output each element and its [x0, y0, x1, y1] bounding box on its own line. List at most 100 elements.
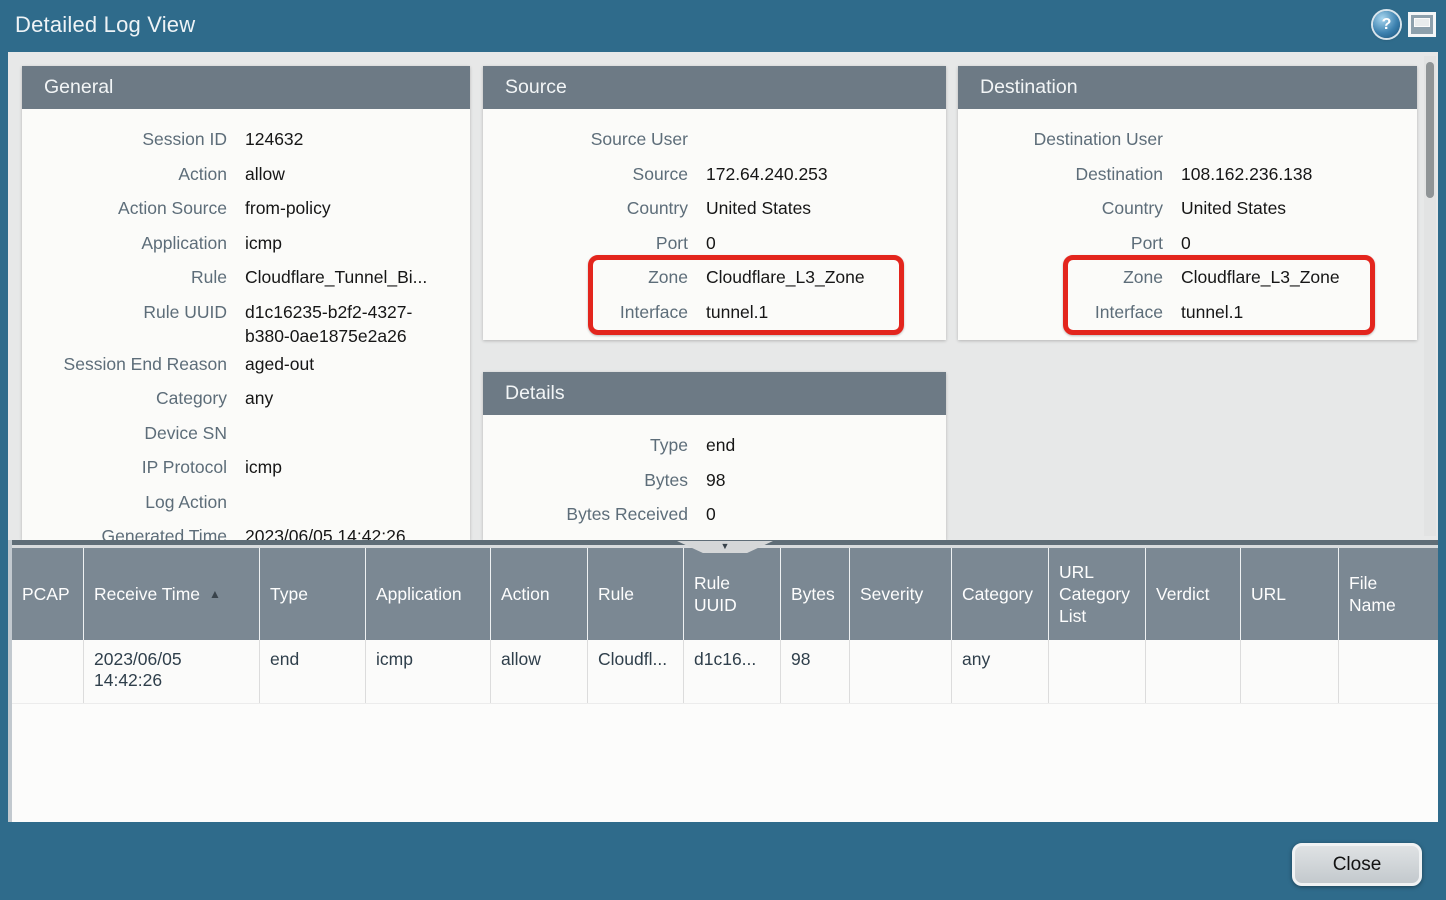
field-value — [245, 486, 470, 490]
column-header-receive-time[interactable]: Receive Time▲ — [84, 548, 260, 640]
vertical-scrollbar-track[interactable] — [1424, 56, 1436, 536]
field-value: 2023/06/05 14:42:26 — [245, 520, 470, 540]
cell-type: end — [260, 640, 366, 703]
field-value: icmp — [245, 451, 470, 479]
column-header-label: Application — [376, 583, 462, 605]
field-label: Rule UUID — [22, 296, 227, 324]
log-table-body: 2023/06/05 14:42:26endicmpallowCloudfl..… — [12, 640, 1438, 704]
source-row-port: Port0 — [483, 227, 946, 262]
details-row-bytes: Bytes98 — [483, 464, 946, 499]
column-header-pcap[interactable]: PCAP — [12, 548, 84, 640]
column-header-verdict[interactable]: Verdict — [1146, 548, 1241, 640]
help-icon[interactable]: ? — [1373, 11, 1400, 38]
panel-splitter: ▼ — [12, 540, 1438, 548]
column-header-application[interactable]: Application — [366, 548, 491, 640]
cell-receive-time: 2023/06/05 14:42:26 — [84, 640, 260, 703]
source-panel: SourceSource UserSource172.64.240.253Cou… — [483, 66, 946, 340]
field-value: end — [706, 429, 946, 457]
column-header-label: File Name — [1349, 572, 1428, 616]
column-header-url-category-list[interactable]: URL Category List — [1049, 548, 1146, 640]
column-header-rule-uuid[interactable]: Rule UUID — [684, 548, 781, 640]
window-restore-icon-inner — [1414, 18, 1430, 27]
field-label: Action — [22, 158, 227, 186]
details-panel-title: Details — [483, 372, 946, 415]
source-row-zone: ZoneCloudflare_L3_Zone — [483, 261, 946, 296]
collapse-triangle-icon: ▼ — [721, 542, 730, 551]
cell-action: allow — [491, 640, 588, 703]
column-header-label: Bytes — [791, 583, 835, 605]
field-value: 108.162.236.138 — [1181, 158, 1417, 186]
column-header-file-name[interactable]: File Name — [1339, 548, 1438, 640]
field-label: Action Source — [22, 192, 227, 220]
field-label: Destination — [958, 158, 1163, 186]
cell-bytes: 98 — [781, 640, 850, 703]
column-header-rule[interactable]: Rule — [588, 548, 684, 640]
general-row-rule-uuid: Rule UUIDd1c16235-b2f2-4327-b380-0ae1875… — [22, 296, 470, 348]
field-value: Cloudflare_Tunnel_Bi... — [245, 261, 470, 289]
destination-row-destination-user: Destination User — [958, 123, 1417, 158]
column-header-action[interactable]: Action — [491, 548, 588, 640]
details-panel: DetailsTypeendBytes98Bytes Received0 — [483, 372, 946, 540]
cell-application: icmp — [366, 640, 491, 703]
cell-url — [1241, 640, 1339, 703]
vertical-scrollbar-thumb[interactable] — [1426, 62, 1434, 198]
cell-rule-uuid: d1c16... — [684, 640, 781, 703]
details-panel-body: TypeendBytes98Bytes Received0 — [483, 415, 946, 540]
column-header-label: Verdict — [1156, 583, 1210, 605]
field-label: Category — [22, 382, 227, 410]
column-header-label: Rule UUID — [694, 572, 770, 616]
field-label: Application — [22, 227, 227, 255]
field-value: United States — [706, 192, 946, 220]
general-row-action: Actionallow — [22, 158, 470, 193]
field-value: United States — [1181, 192, 1417, 220]
field-value: Cloudflare_L3_Zone — [1181, 261, 1417, 289]
field-label: Rule — [22, 261, 227, 289]
field-label: Country — [958, 192, 1163, 220]
column-header-bytes[interactable]: Bytes — [781, 548, 850, 640]
field-value — [245, 417, 470, 421]
window-restore-icon[interactable] — [1408, 12, 1436, 37]
general-row-application: Applicationicmp — [22, 227, 470, 262]
column-header-severity[interactable]: Severity — [850, 548, 952, 640]
column-header-category[interactable]: Category — [952, 548, 1049, 640]
field-label: Interface — [958, 296, 1163, 324]
field-label: Bytes — [483, 464, 688, 492]
field-label: Interface — [483, 296, 688, 324]
destination-panel-body: Destination UserDestination 108.162.236.1… — [958, 109, 1417, 340]
details-row-type: Typeend — [483, 429, 946, 464]
field-value: 172.64.240.253 — [706, 158, 946, 186]
destination-row-port: Port0 — [958, 227, 1417, 262]
field-label: Source User — [483, 123, 688, 151]
field-value: from-policy — [245, 192, 470, 220]
general-row-category: Categoryany — [22, 382, 470, 417]
field-label: Session End Reason — [22, 348, 227, 376]
help-icon-glyph: ? — [1382, 16, 1392, 34]
log-table-header-row: PCAPReceive Time▲Type Application Action Ru… — [12, 548, 1438, 640]
field-label: Log Action — [22, 486, 227, 514]
log-detail-panels-section: GeneralSession ID124632ActionallowAction… — [8, 52, 1438, 540]
field-label: Source — [483, 158, 688, 186]
cell-severity — [850, 640, 952, 703]
detailed-log-view-dialog: Detailed Log View ? GeneralSession ID124… — [0, 0, 1446, 900]
dialog-title: Detailed Log View — [15, 12, 195, 38]
general-row-rule: Rule Cloudflare_Tunnel_Bi... — [22, 261, 470, 296]
cell-pcap — [12, 640, 84, 703]
source-row-source-user: Source User — [483, 123, 946, 158]
details-row-bytes-received: Bytes Received0 — [483, 498, 946, 533]
general-row-session-end-reason: Session End Reason aged-out — [22, 348, 470, 383]
general-row-device-sn: Device SN — [22, 417, 470, 452]
close-button[interactable]: Close — [1292, 843, 1422, 886]
field-label: Device SN — [22, 417, 227, 445]
field-value: aged-out — [245, 348, 470, 376]
general-panel: GeneralSession ID124632ActionallowAction… — [22, 66, 470, 540]
column-header-url[interactable]: URL — [1241, 548, 1339, 640]
column-header-type[interactable]: Type — [260, 548, 366, 640]
field-label: Session ID — [22, 123, 227, 151]
column-header-label: Action — [501, 583, 550, 605]
source-panel-title: Source — [483, 66, 946, 109]
field-value: 0 — [706, 227, 946, 255]
log-table-row[interactable]: 2023/06/05 14:42:26endicmpallowCloudfl..… — [12, 640, 1438, 704]
general-row-action-source: Action Source from-policy — [22, 192, 470, 227]
field-value: 0 — [706, 498, 946, 526]
column-header-label: URL Category List — [1059, 561, 1135, 627]
